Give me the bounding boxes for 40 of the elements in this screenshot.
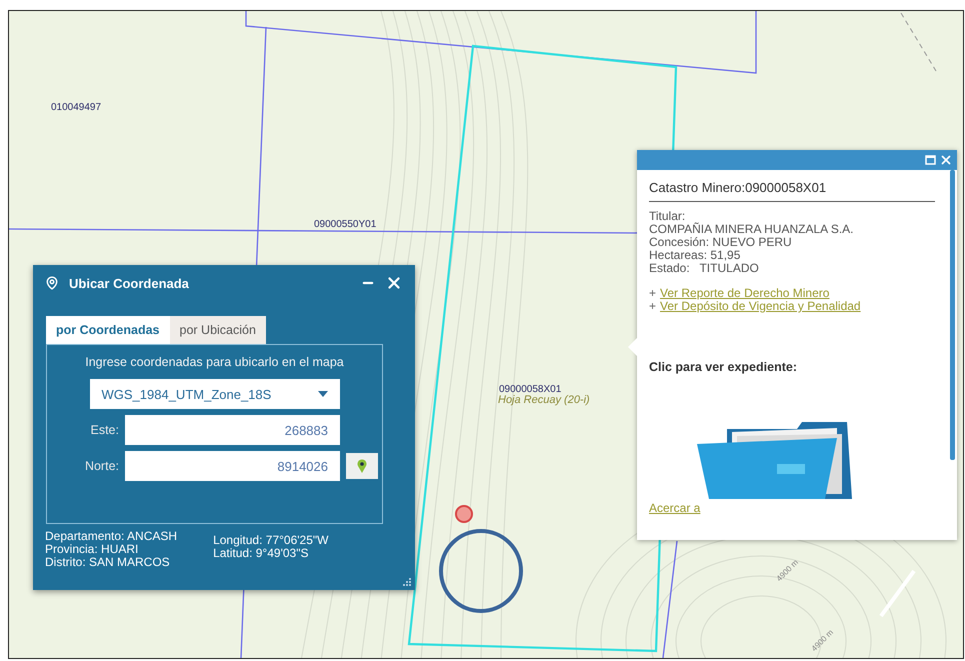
- bullet: +: [649, 300, 656, 313]
- parcel-label: 010049497: [51, 102, 102, 113]
- popup-title: Catastro Minero:09000058X01: [649, 180, 935, 202]
- detail-text: Titular:: [649, 210, 686, 223]
- detail-text: COMPAÑIA MINERA HUANZALA S.A.: [649, 223, 854, 236]
- instruction-text: Ingrese coordenadas para ubicarlo en el mapa: [85, 355, 344, 369]
- report-link[interactable]: Ver Depósito de Vigencia y Penalidad: [660, 300, 861, 313]
- location-info: Distrito: SAN MARCOS: [45, 556, 171, 569]
- field-label: Norte:: [84, 459, 119, 473]
- location-info: Provincia: HUARI: [45, 543, 140, 556]
- scrollbar[interactable]: [950, 170, 955, 460]
- detail-text: Estado: TITULADO: [649, 262, 760, 275]
- bullet: +: [649, 287, 656, 300]
- projection-dropdown[interactable]: WGS_1984_UTM_Zone_18S: [90, 379, 340, 409]
- tab[interactable]: por Coordenadas: [46, 316, 170, 344]
- tab[interactable]: por Ubicación: [170, 316, 266, 344]
- report-link[interactable]: Ver Reporte de Derecho Minero: [660, 287, 830, 300]
- location-info: Departamento: ANCASH: [45, 530, 178, 543]
- coordinate-info: Longitud: 77°06'25"W: [213, 534, 328, 547]
- maximize-button[interactable]: [925, 155, 936, 165]
- prompt-text: Clic para ver expediente:: [649, 360, 798, 374]
- zoom-to-link[interactable]: Acercar a: [649, 501, 700, 515]
- coordinate-input[interactable]: 8914026: [125, 451, 340, 481]
- parcel-label: 09000058X01: [499, 384, 562, 395]
- resize-handle-icon[interactable]: [402, 577, 412, 587]
- trail-line: [900, 12, 936, 72]
- coordinate-info: Latitud: 9°49'03"S: [213, 547, 310, 560]
- coordinate-input[interactable]: 268883: [125, 415, 340, 445]
- stream-line: [879, 570, 916, 618]
- detail-text: Concesión: NUEVO PERU: [649, 236, 793, 249]
- location-pin-icon: [45, 276, 59, 290]
- map-sheet-label: Hoja Recuay (20-i): [498, 394, 590, 406]
- parcel-label: 09000550Y01: [314, 219, 376, 230]
- caret-icon: [318, 391, 328, 397]
- detail-text: Hectareas: 51,95: [649, 249, 742, 262]
- field-label: Este:: [90, 423, 119, 437]
- close-button[interactable]: [939, 153, 953, 167]
- map-pin-icon: [357, 459, 367, 473]
- location-marker: [455, 505, 473, 523]
- panel-title: Ubicar Coordenada: [69, 276, 190, 290]
